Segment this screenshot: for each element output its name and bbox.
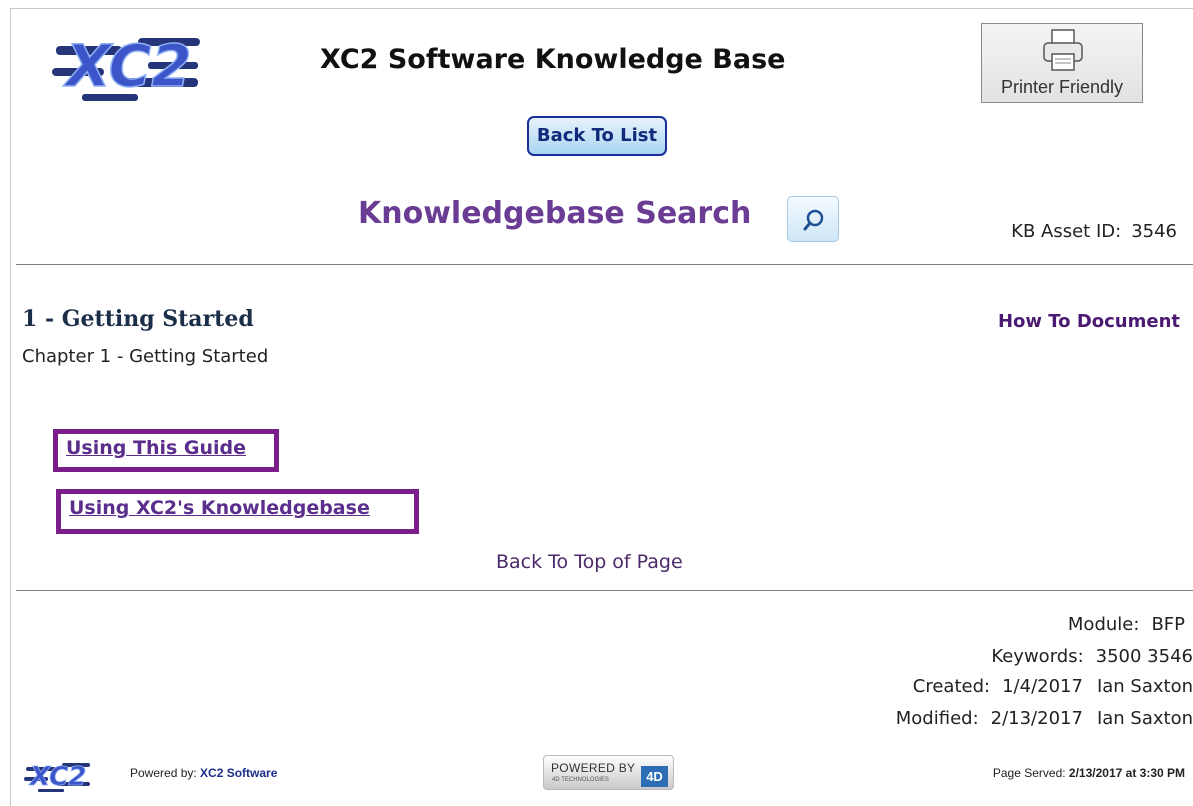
page-frame: XC2 XC2 Software Knowledge Base Printer … — [0, 0, 1193, 806]
logo-text: XC2 — [63, 32, 192, 100]
badge-line1: POWERED BY — [551, 761, 636, 775]
back-to-list-button[interactable]: Back To List — [527, 116, 667, 156]
footer-xc2-logo[interactable]: XC2 — [24, 754, 94, 794]
asset-id-label: KB Asset ID: — [1011, 221, 1122, 242]
modified-label: Modified: — [895, 708, 979, 729]
powered-by: Powered by: XC2 Software — [130, 766, 277, 780]
header-divider — [16, 264, 1193, 265]
asset-id-value: 3546 — [1131, 221, 1177, 242]
document-type: How To Document — [997, 311, 1180, 332]
created-row: Created: 1/4/2017 Ian Saxton — [913, 676, 1193, 697]
printer-friendly-label: Printer Friendly — [1000, 77, 1124, 97]
keywords-row: Keywords: 3500 3546 — [991, 646, 1193, 667]
page-served-value: 2/13/2017 at 3:30 PM — [1068, 766, 1185, 780]
module-label: Module: — [1067, 614, 1140, 635]
powered-by-label: Powered by: — [130, 766, 197, 780]
using-xc2-knowledgebase-link[interactable]: Using XC2's Knowledgebase — [56, 489, 419, 534]
keywords-label: Keywords: — [991, 646, 1084, 667]
printer-friendly-button[interactable]: Printer Friendly — [981, 23, 1143, 103]
search-button[interactable] — [787, 196, 839, 242]
document-title: 1 - Getting Started — [22, 306, 254, 332]
page-served: Page Served: 2/13/2017 at 3:30 PM — [993, 766, 1185, 780]
search-icon — [803, 209, 824, 231]
module-row: Module: BFP — [1068, 614, 1185, 635]
modified-date: 2/13/2017 — [990, 708, 1083, 729]
kb-asset-id: KB Asset ID: 3546 — [1011, 221, 1177, 242]
footer-logo-text: XC2 — [28, 762, 86, 792]
badge-line2: 4D TECHNOLOGIES — [552, 777, 609, 783]
document-subtitle: Chapter 1 - Getting Started — [22, 346, 269, 367]
module-value: BFP — [1151, 614, 1185, 635]
created-date: 1/4/2017 — [1002, 676, 1083, 697]
powered-by-4d-badge[interactable]: POWERED BY 4D TECHNOLOGIES 4D — [543, 755, 674, 790]
using-this-guide-link[interactable]: Using This Guide — [53, 429, 279, 472]
keywords-value: 3500 3546 — [1095, 646, 1193, 667]
page-served-label: Page Served: — [992, 766, 1066, 780]
top-divider — [10, 8, 1193, 9]
left-divider — [10, 8, 11, 806]
modified-by: Ian Saxton — [1096, 708, 1193, 729]
created-by: Ian Saxton — [1096, 676, 1193, 697]
site-title: XC2 Software Knowledge Base — [320, 44, 786, 75]
back-to-top-link[interactable]: Back To Top of Page — [496, 551, 683, 573]
created-label: Created: — [912, 676, 991, 697]
knowledgebase-search-title: Knowledgebase Search — [358, 196, 752, 231]
modified-row: Modified: 2/13/2017 Ian Saxton — [896, 708, 1193, 729]
footer-divider — [16, 590, 1193, 591]
4d-logo-icon: 4D — [641, 766, 668, 787]
xc2-logo[interactable]: XC2 — [52, 16, 208, 108]
powered-by-name[interactable]: XC2 Software — [200, 766, 277, 780]
printer-icon — [1043, 29, 1083, 71]
